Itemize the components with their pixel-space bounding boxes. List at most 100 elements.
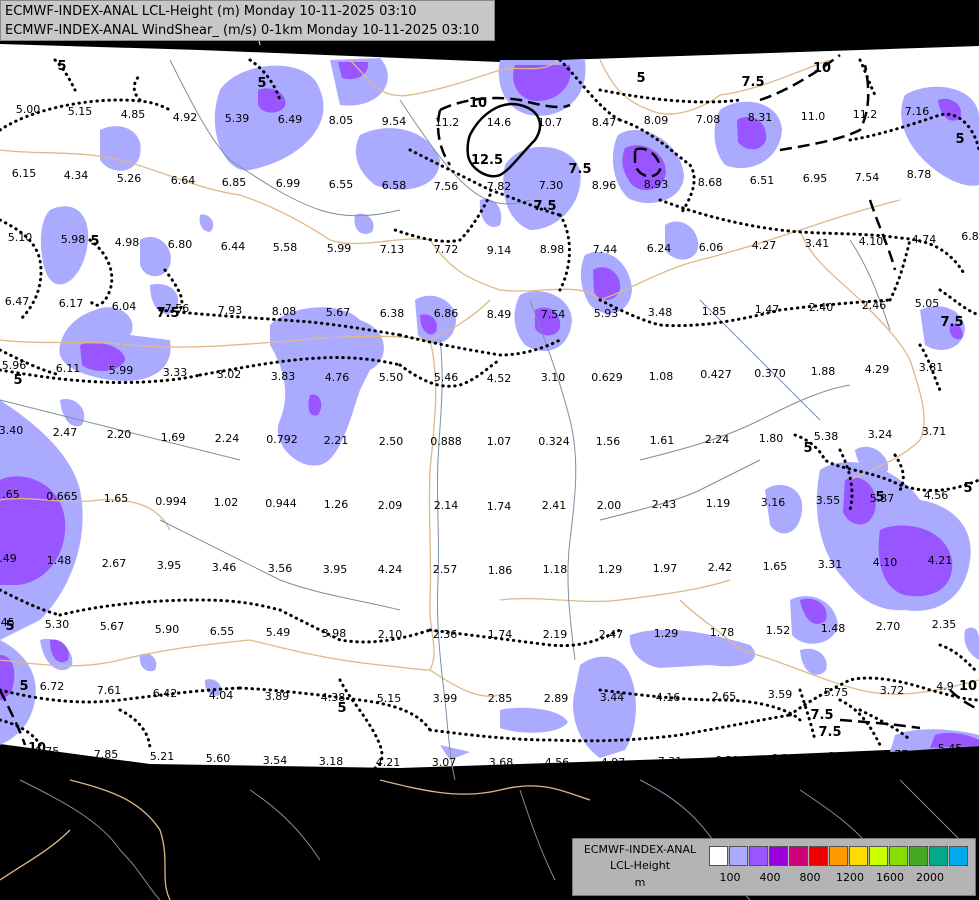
windshear-value: 5.58: [273, 241, 298, 254]
windshear-value: 7.16: [905, 105, 930, 118]
windshear-value: 3.24: [868, 428, 893, 441]
windshear-value: 5.75: [824, 686, 849, 699]
windshear-value: 6.47: [5, 295, 30, 308]
windshear-value: .65: [2, 488, 20, 501]
windshear-value: 6.44: [221, 240, 246, 253]
windshear-value: 4.74: [912, 233, 937, 246]
windshear-value: 0.324: [538, 435, 570, 448]
windshear-value: 6.72: [40, 680, 65, 693]
windshear-value: 6.86: [434, 307, 459, 320]
windshear-value: 3.54: [263, 754, 288, 767]
windshear-value: 9.54: [382, 115, 407, 128]
legend-swatch: [889, 846, 908, 866]
windshear-value: 1.80: [759, 432, 784, 445]
contour-label: 5: [803, 441, 812, 456]
windshear-value: 5.46: [434, 371, 459, 384]
contour-label: 7.5: [741, 75, 764, 90]
windshear-value: 2.47: [599, 628, 624, 641]
windshear-value: 6.06: [699, 241, 724, 254]
contour-label: 7.5: [810, 708, 833, 723]
windshear-value: 6.34: [771, 752, 796, 765]
windshear-value: 8.98: [540, 243, 565, 256]
contour-label: 5: [13, 373, 22, 388]
windshear-value: 2.67: [102, 557, 127, 570]
windshear-value: 2.47: [53, 426, 78, 439]
windshear-value: 4.56: [924, 489, 949, 502]
windshear-value: 5.30: [45, 618, 70, 631]
legend-swatch: [709, 846, 728, 866]
windshear-value: 3.16: [761, 496, 786, 509]
windshear-value: 4.21: [928, 554, 953, 567]
windshear-value: 5.49: [266, 626, 291, 639]
windshear-value: 2.85: [488, 692, 513, 705]
windshear-value: 3.68: [489, 756, 514, 769]
windshear-value: 6.17: [59, 297, 84, 310]
windshear-value: 1.65: [104, 492, 129, 505]
windshear-value: 7.93: [218, 304, 243, 317]
windshear-value: 3.33: [163, 366, 188, 379]
contour-label: 7.5: [568, 162, 591, 177]
windshear-value: 2.00: [597, 499, 622, 512]
windshear-value: 11.0: [801, 110, 826, 123]
windshear-value: 0.792: [266, 433, 298, 446]
contour-label: 10: [469, 96, 487, 111]
windshear-value: 4.04: [209, 689, 234, 702]
windshear-value: 6.8: [961, 230, 979, 243]
contour-label: 12.5: [471, 153, 503, 168]
windshear-value: 1.19: [706, 497, 731, 510]
windshear-value: 7.44: [593, 243, 618, 256]
windshear-value: 2.36: [433, 628, 458, 641]
windshear-value: 8.68: [698, 176, 723, 189]
windshear-value: 2.20: [107, 428, 132, 441]
windshear-value: 4.92: [173, 111, 198, 124]
windshear-value: 8.78: [907, 168, 932, 181]
windshear-value: 6.64: [171, 174, 196, 187]
windshear-value: 2.89: [544, 692, 569, 705]
windshear-value: 1.47: [755, 303, 780, 316]
windshear-value: .49: [0, 552, 17, 565]
windshear-value: 7.72: [434, 243, 459, 256]
windshear-value: 1.08: [649, 370, 674, 383]
windshear-value: 7.85: [94, 748, 119, 761]
windshear-value: 3.98: [322, 627, 347, 640]
windshear-value: 6.15: [12, 167, 37, 180]
legend-swatch: [869, 846, 888, 866]
windshear-value: 3.44: [600, 691, 625, 704]
windshear-value: 4.38: [321, 691, 346, 704]
windshear-value: 4.21: [376, 756, 401, 769]
legend-swatch: [769, 846, 788, 866]
windshear-value: 9.14: [487, 244, 512, 257]
windshear-value: 4.24: [378, 563, 403, 576]
windshear-value: 6.24: [647, 242, 672, 255]
windshear-value: 8.96: [592, 179, 617, 192]
windshear-value: 1.07: [487, 435, 512, 448]
windshear-value: .45: [0, 616, 15, 629]
map-header: ECMWF-INDEX-ANAL LCL-Height (m) Monday 1…: [0, 0, 495, 41]
windshear-value: 3.72: [880, 684, 905, 697]
windshear-value: 6.95: [803, 172, 828, 185]
windshear-value: 5.90: [155, 623, 180, 636]
windshear-value: 1.97: [653, 562, 678, 575]
contour-label: 5: [963, 481, 972, 496]
windshear-value: 2.65: [712, 690, 737, 703]
windshear-value: 1.61: [650, 434, 675, 447]
windshear-value: 1.85: [702, 305, 727, 318]
windshear-value: 6.85: [222, 176, 247, 189]
windshear-value: 3.59: [768, 688, 793, 701]
windshear-value: 8.09: [644, 114, 669, 127]
windshear-value: 4.9: [936, 680, 954, 693]
windshear-value: 3.89: [265, 690, 290, 703]
windshear-value: 1.26: [324, 498, 349, 511]
windshear-value: 0.944: [265, 497, 297, 510]
windshear-value: 4.16: [656, 691, 681, 704]
windshear-value: 2.50: [379, 435, 404, 448]
windshear-value: 1.78: [710, 626, 735, 639]
windshear-value: 6.80: [168, 238, 193, 251]
windshear-value: 2.35: [932, 618, 957, 631]
windshear-value: 4.52: [487, 372, 512, 385]
windshear-value: 7.54: [541, 308, 566, 321]
contour-label: 7.5: [533, 199, 556, 214]
contour-label: 10: [959, 679, 977, 694]
windshear-value: 7.56: [434, 180, 459, 193]
legend-unit: m: [634, 876, 646, 889]
